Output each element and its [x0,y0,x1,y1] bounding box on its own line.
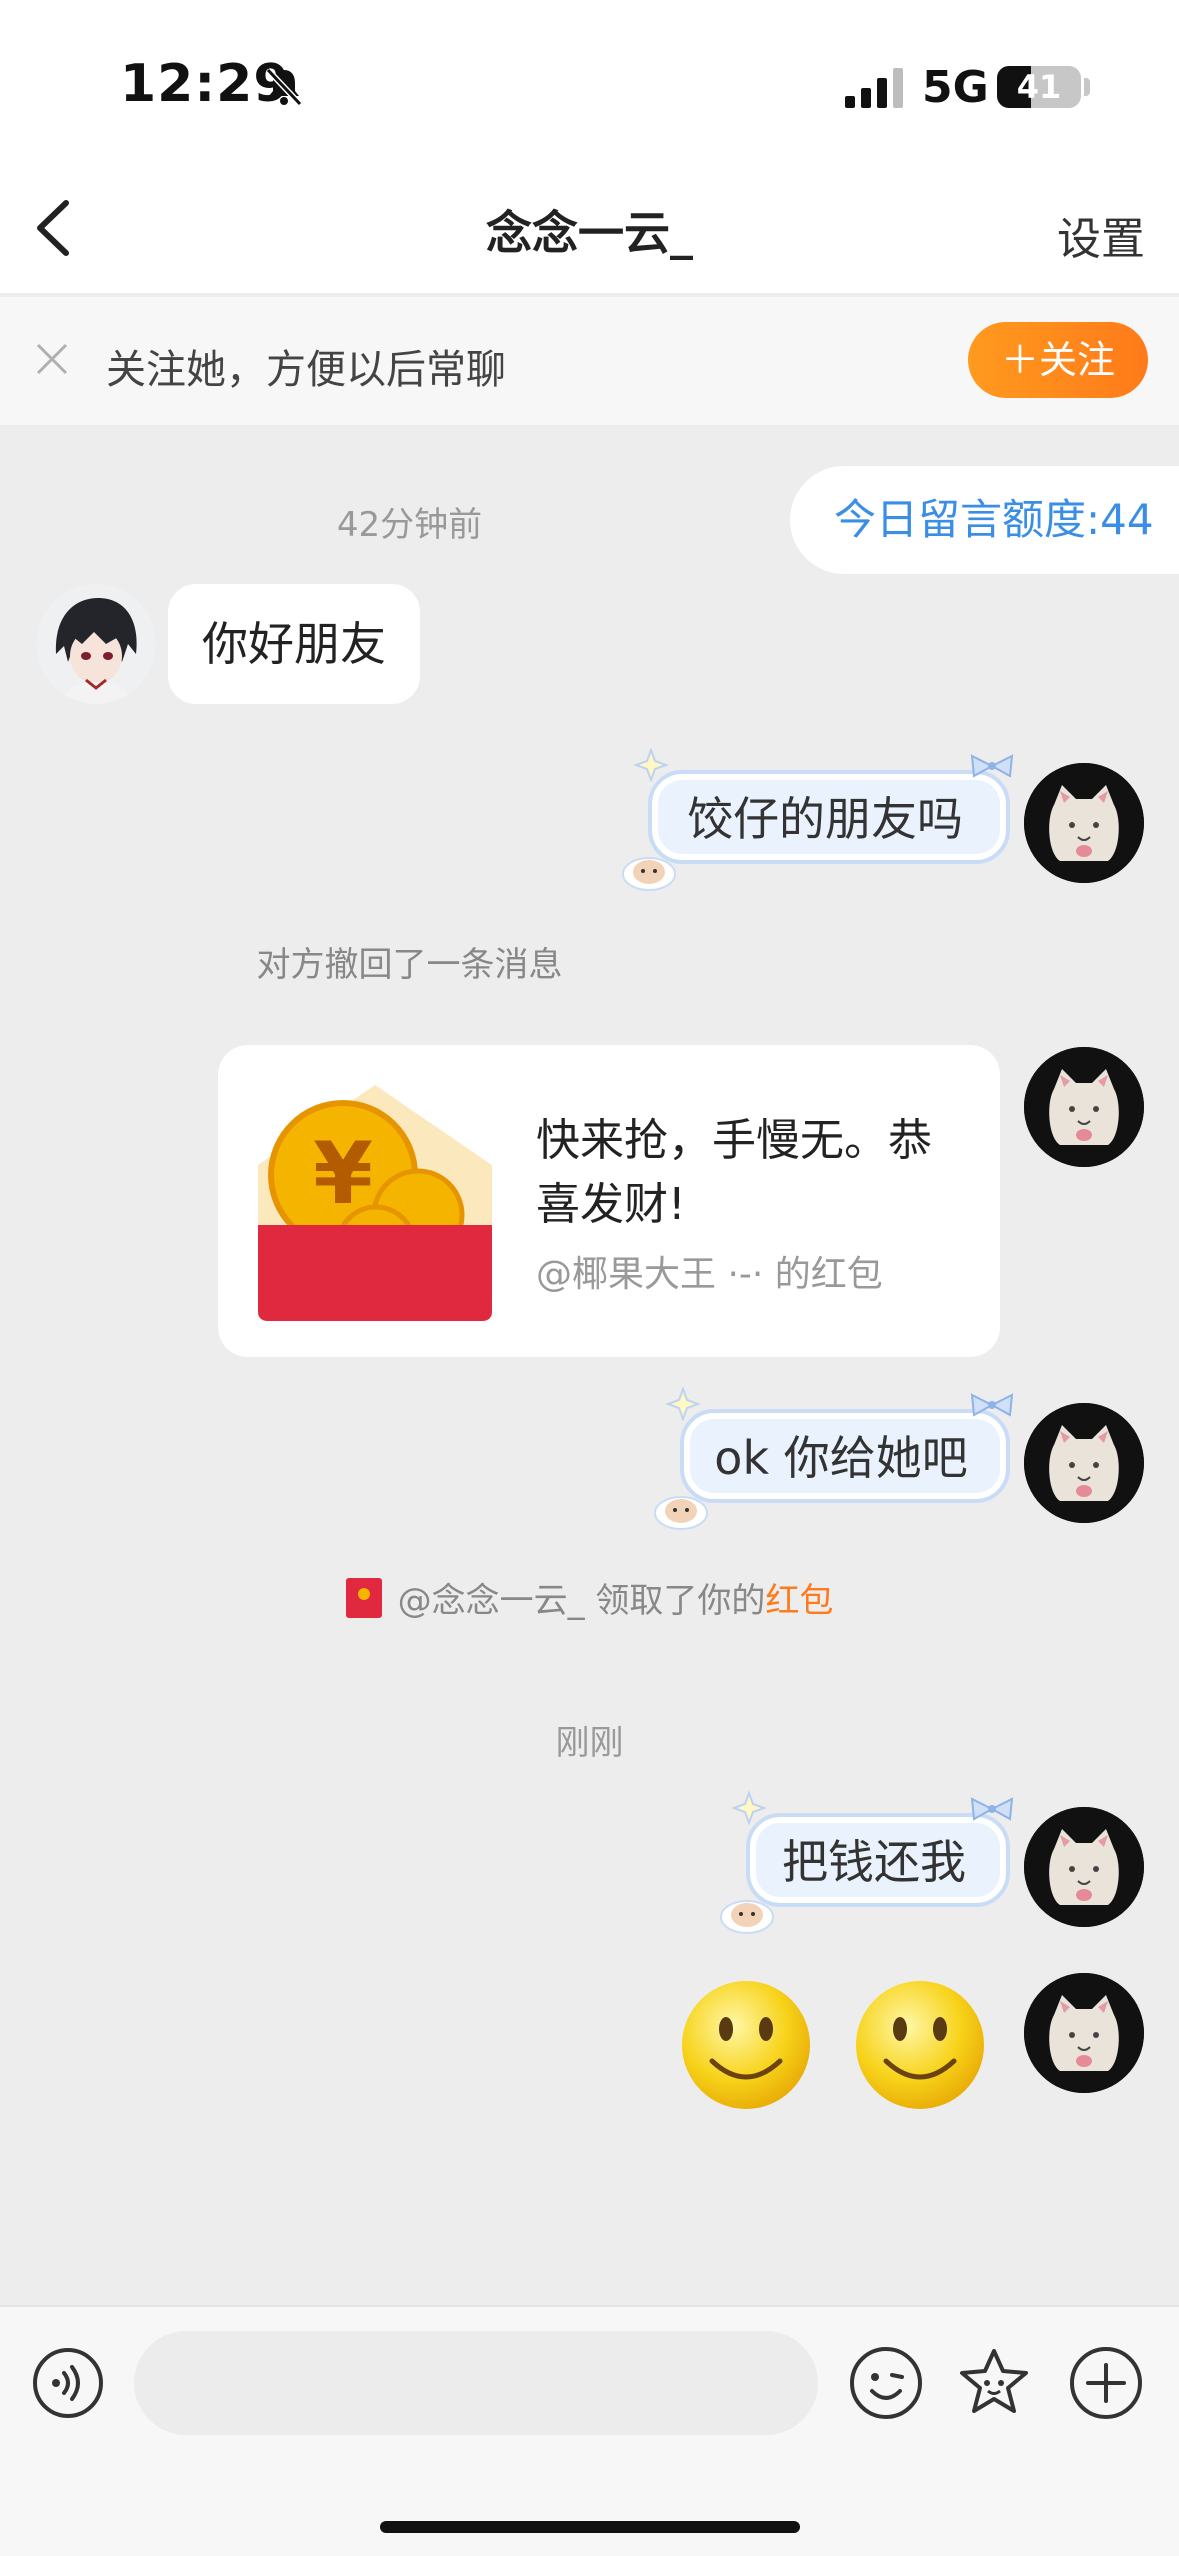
nav-bar: 念念一云_ 设置 [0,165,1179,295]
anime-avatar-image [36,584,156,704]
sparkle-icon [634,748,668,782]
incoming-message[interactable]: 你好朋友 [168,584,420,704]
cat-avatar-image [1024,1973,1144,2093]
my-avatar[interactable] [1024,1973,1144,2093]
status-bar: 12:29 5G 41 [0,0,1179,165]
bow-icon [970,1797,1014,1821]
red-envelope-icon: ¥ [258,1085,492,1321]
red-packet-link[interactable]: 红包 [765,1581,833,1621]
red-packet-received-notice: @念念一云_ 领取了你的红包 [0,1573,1179,1622]
recall-notice: 对方撤回了一条消息 [256,945,563,985]
my-avatar[interactable] [1024,1807,1144,1927]
cat-avatar-image [1024,763,1144,883]
cellular-signal-icon [845,68,903,108]
red-packet-title: 快来抢，手慢无。恭喜发财! [536,1115,932,1230]
cat-avatar-image [1024,1047,1144,1167]
red-packet-card[interactable]: ¥ 快来抢，手慢无。恭喜发财! @椰果大王 ·-· 的红包 [218,1045,1000,1357]
pet-sticker-icon [622,857,676,891]
battery-percent: 41 [1016,68,1062,106]
battery-icon: 41 [997,66,1081,108]
my-avatar[interactable] [1024,763,1144,883]
contact-avatar[interactable] [36,584,156,704]
outgoing-message[interactable]: ok 你给她吧 [654,1387,1020,1530]
chat-area[interactable]: 42分钟前 今日留言额度:44 你好朋友 饺仔的朋友吗 对方撤回了一条消息 ¥ … [0,425,1179,2305]
plus-icon[interactable] [1068,2345,1144,2421]
battery-tip [1084,78,1090,96]
settings-button[interactable]: 设置 [1057,203,1145,267]
received-text: @念念一云_ 领取了你的 [397,1581,766,1621]
chat-title: 念念一云_ [486,206,693,260]
follow-button[interactable]: ＋关注 [968,322,1148,398]
sticker-star-icon[interactable] [956,2345,1032,2421]
cat-avatar-image [1024,1403,1144,1523]
outgoing-message[interactable]: 把钱还我 [720,1791,1020,1934]
cat-avatar-image [1024,1807,1144,1927]
input-bar [0,2305,1179,2556]
sparkle-icon [732,1791,766,1825]
message-text: 饺仔的朋友吗 [687,792,963,846]
red-packet-sender: @椰果大王 ·-· 的红包 [536,1254,883,1295]
emoji-icon[interactable] [848,2345,924,2421]
close-icon[interactable] [34,341,70,377]
red-packet-small-icon [345,1578,382,1618]
message-input[interactable] [134,2331,818,2435]
my-avatar[interactable] [1024,1047,1144,1167]
follow-banner: 关注她，方便以后常聊 ＋关注 [0,297,1179,425]
my-avatar[interactable] [1024,1403,1144,1523]
sparkle-icon [666,1387,700,1421]
message-quota-badge: 今日留言额度:44 [790,466,1179,574]
message-text: ok 你给她吧 [714,1431,968,1485]
voice-icon[interactable] [32,2347,104,2419]
follow-prompt: 关注她，方便以后常聊 [106,347,506,393]
pet-sticker-icon [720,1900,774,1934]
bell-muted-icon [265,67,303,107]
outgoing-message[interactable]: 饺仔的朋友吗 [622,748,1020,891]
bow-icon [970,1393,1014,1417]
smiley-emoji[interactable] [678,1977,814,2113]
home-indicator[interactable] [380,2521,800,2533]
timestamp: 刚刚 [555,1723,624,1763]
bow-icon [970,754,1014,778]
network-type: 5G [922,62,989,113]
pet-sticker-icon [654,1496,708,1530]
smiley-emoji[interactable] [852,1977,988,2113]
